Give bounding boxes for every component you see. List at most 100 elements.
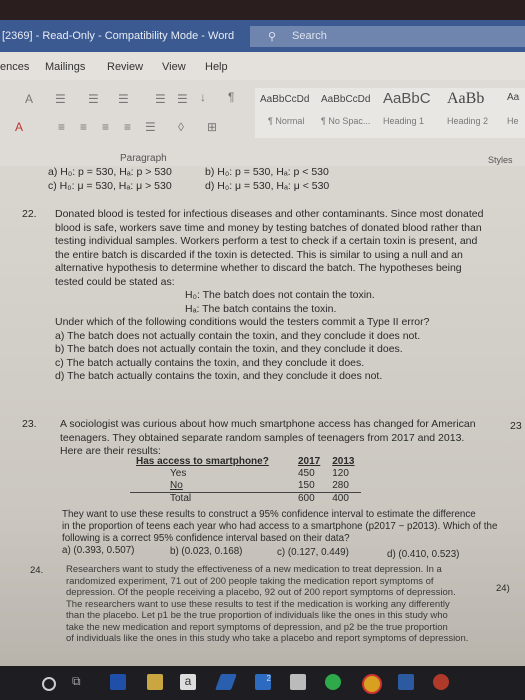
increase-indent-icon[interactable]: ☰ xyxy=(177,92,188,106)
q22-option-c: c) The batch actually contains the toxin… xyxy=(55,356,365,369)
table-cell: 400 xyxy=(332,493,349,504)
q23-option-a: a) (0.393, 0.507) xyxy=(62,545,135,556)
clear-formatting-icon[interactable]: A xyxy=(25,92,33,106)
multilevel-list-icon[interactable]: ☰ xyxy=(118,92,129,106)
tab-mailings[interactable]: Mailings xyxy=(45,61,85,73)
table-cell: 280 xyxy=(332,480,349,491)
text-line: randomized experiment, 71 out of 200 peo… xyxy=(66,575,434,587)
table-header: 2013 xyxy=(332,456,355,467)
table-row: No 150 280 xyxy=(130,480,361,493)
table-header: Has access to smartphone? xyxy=(136,456,269,467)
cortana-icon[interactable] xyxy=(42,677,56,691)
q22-option-a: a) The batch does not actually contain t… xyxy=(55,329,421,342)
q23-option-b: b) (0.023, 0.168) xyxy=(170,546,243,557)
q23-number: 23. xyxy=(22,418,37,430)
table-cell: 450 xyxy=(298,468,315,479)
q21-option-b: b) H₀: p = 530, Hₐ: p < 530 xyxy=(205,166,329,178)
style-name: He xyxy=(507,116,519,126)
table-cell: 150 xyxy=(298,480,315,491)
edge-icon[interactable] xyxy=(110,674,126,690)
table-cell: Total xyxy=(170,493,192,504)
null-hypothesis: H₀: The batch does not contain the toxin… xyxy=(185,289,375,301)
text-line: Donated blood is tested for infectious d… xyxy=(55,208,484,220)
q21-option-c: c) H₀: μ = 530, Hₐ: μ > 530 xyxy=(48,180,172,192)
tab-help[interactable]: Help xyxy=(205,61,228,73)
style-heading-2[interactable]: AaBb Heading 2 xyxy=(447,90,488,126)
style-sample: AaBbCcDd xyxy=(260,94,310,105)
justify-icon[interactable]: ≡ xyxy=(124,120,131,134)
text-line: teenagers. They obtained separate random… xyxy=(60,431,465,444)
search-icon: ⚲ xyxy=(268,31,277,43)
sort-icon[interactable]: ↓ xyxy=(200,90,206,104)
text-line: of individuals like the ones in this stu… xyxy=(66,633,469,644)
q23-margin-label: 23 xyxy=(510,420,522,432)
ribbon: A A ☰ ☰ ☰ ☰ ☰ ↓ ¶ ≡ ≡ ≡ ≡ ☰ ◊ ⊞ Paragrap… xyxy=(0,80,525,167)
visual-studio-icon[interactable] xyxy=(215,674,237,690)
text-line: the entire batch is discarded if the tox… xyxy=(55,248,463,261)
store-icon[interactable] xyxy=(290,674,306,690)
q22-question: Under which of the following conditions … xyxy=(55,316,430,328)
taskbar: ⧉ a 2 xyxy=(0,666,525,700)
font-color-icon[interactable]: A xyxy=(15,120,23,134)
text-line: testing individual samples. Workers perf… xyxy=(55,235,478,247)
search-placeholder: Search xyxy=(292,30,327,42)
style-normal[interactable]: AaBbCcDd ¶ Normal xyxy=(260,94,310,126)
paragraph-group-label: Paragraph xyxy=(120,153,167,164)
q22-option-d: d) The batch actually contains the toxin… xyxy=(55,370,383,382)
table-cell: No xyxy=(170,480,183,491)
q22-option-b: b) The batch does not actually contain t… xyxy=(55,343,403,355)
q22-number: 22. xyxy=(22,208,37,220)
mail-icon[interactable]: 2 xyxy=(255,674,271,690)
text-line: than the placebo. Let p1 be the true pro… xyxy=(66,610,448,621)
pilcrow-icon[interactable]: ¶ xyxy=(228,90,234,104)
align-right-icon[interactable]: ≡ xyxy=(102,120,109,134)
styles-group-label: Styles xyxy=(488,155,513,165)
style-sample: AaBbC xyxy=(383,90,431,107)
shading-icon[interactable]: ◊ xyxy=(178,120,184,134)
q21-option-d: d) H₀: μ = 530, Hₐ: μ < 530 xyxy=(205,180,330,192)
text-line: tested could be stated as: xyxy=(55,275,175,288)
style-name: ¶ No Spac... xyxy=(321,116,371,126)
borders-icon[interactable]: ⊞ xyxy=(207,120,217,134)
amazon-icon[interactable]: a xyxy=(180,674,196,690)
table-row: Total 600 400 xyxy=(130,493,361,506)
text-line: take the new medication and report sympt… xyxy=(66,621,448,633)
style-no-spacing[interactable]: AaBbCcDd ¶ No Spac... xyxy=(321,94,370,126)
align-center-icon[interactable]: ≡ xyxy=(80,120,87,134)
style-sample: AaBb xyxy=(447,90,485,107)
task-view-icon[interactable]: ⧉ xyxy=(72,674,88,690)
style-name: Heading 2 xyxy=(447,116,489,126)
style-sample: Aa xyxy=(507,92,520,103)
powerpoint-icon[interactable] xyxy=(433,674,449,690)
spotify-icon[interactable] xyxy=(325,674,341,690)
title-bar: [2369] - Read-Only - Compatibility Mode … xyxy=(0,20,525,52)
file-explorer-icon[interactable] xyxy=(147,674,163,690)
smartphone-table: Has access to smartphone? 2017 2013 Yes 450… xyxy=(130,456,361,505)
table-cell: Yes xyxy=(170,468,187,479)
bullets-icon[interactable]: ☰ xyxy=(55,92,66,106)
style-name: Heading 1 xyxy=(383,116,425,126)
numbering-icon[interactable]: ☰ xyxy=(88,92,99,106)
tab-references[interactable]: ences xyxy=(0,61,29,73)
styles-gallery: AaBbCcDd ¶ Normal AaBbCcDd ¶ No Spac... Aa… xyxy=(255,88,525,138)
word-icon[interactable] xyxy=(398,674,414,690)
table-cell: 120 xyxy=(332,468,349,479)
table-cell: 600 xyxy=(298,493,315,504)
chrome-icon[interactable] xyxy=(362,674,382,694)
style-heading-1[interactable]: AaBbC Heading 1 xyxy=(383,90,431,126)
document-page: a) H₀: p = 530, Hₐ: p > 530 b) H₀: p = 5… xyxy=(0,166,525,666)
decrease-indent-icon[interactable]: ☰ xyxy=(155,92,166,106)
screen-bezel xyxy=(0,0,525,20)
line-spacing-icon[interactable]: ☰ xyxy=(145,120,156,134)
q21-option-a: a) H₀: p = 530, Hₐ: p > 530 xyxy=(48,166,172,178)
style-heading-3[interactable]: Aa He xyxy=(507,92,520,126)
table-header: 2017 xyxy=(298,456,321,467)
text-line: depression. Of the people receiving a pl… xyxy=(66,587,456,598)
ribbon-tabs: ences Mailings Review View Help xyxy=(0,52,525,80)
text-line: A sociologist was curious about how much… xyxy=(60,418,476,430)
tab-view[interactable]: View xyxy=(162,61,186,73)
tab-review[interactable]: Review xyxy=(107,61,143,73)
search-box[interactable]: ⚲ Search xyxy=(250,26,525,47)
q24-margin-label: 24) xyxy=(496,583,510,594)
align-left-icon[interactable]: ≡ xyxy=(58,120,65,134)
